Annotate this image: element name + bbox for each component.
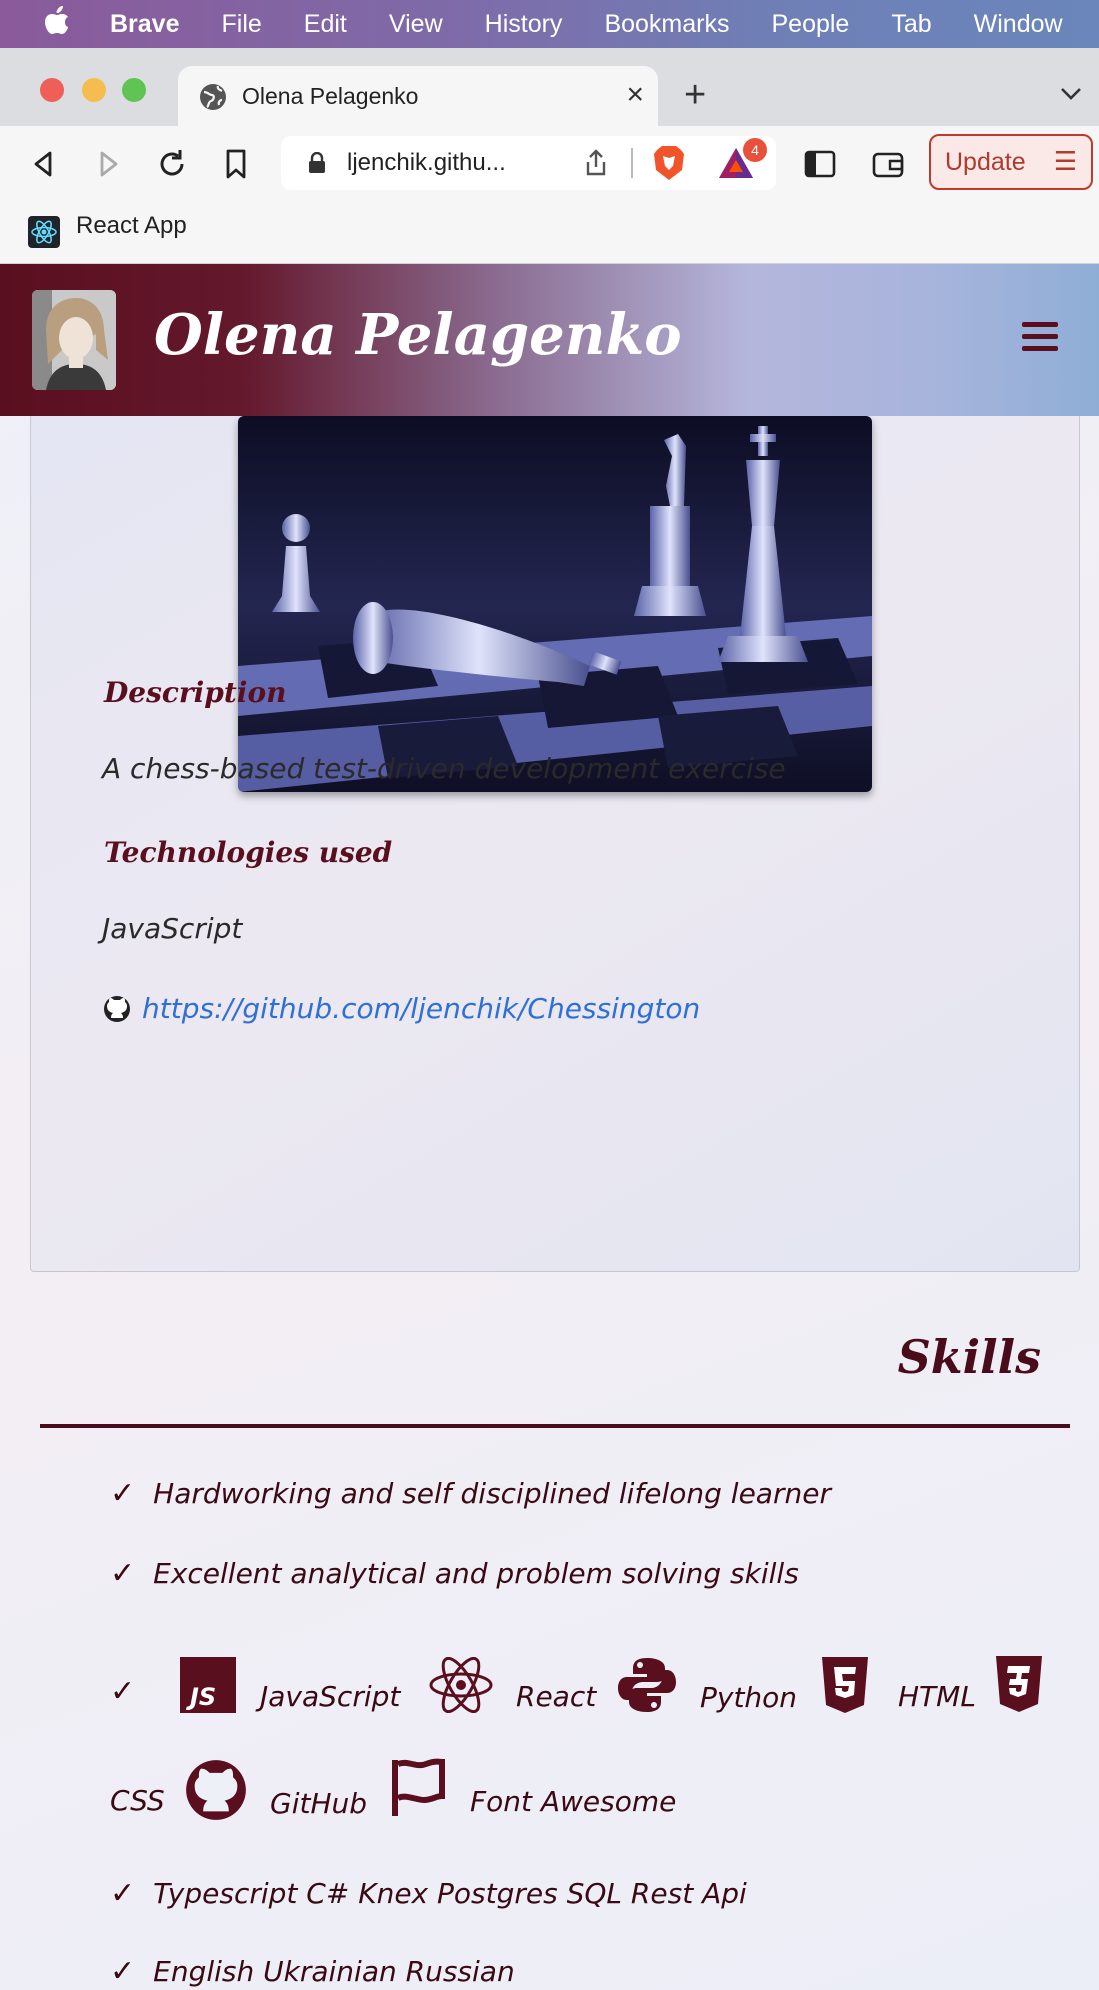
sidebar-icon[interactable] <box>802 146 838 182</box>
tech-react: React <box>428 1656 596 1713</box>
tech-label: HTML <box>898 1680 976 1713</box>
brave-shields-icon[interactable] <box>651 144 687 182</box>
menu-edit[interactable]: Edit <box>304 10 347 39</box>
tech-label: CSS <box>110 1784 165 1817</box>
back-icon[interactable] <box>26 146 62 182</box>
repo-url[interactable]: https://github.com/ljenchik/Chessington <box>142 992 700 1025</box>
menu-view[interactable]: View <box>389 10 443 39</box>
menu-file[interactable]: File <box>222 10 262 39</box>
check-icon: ✓ <box>110 1556 136 1591</box>
browser-tab[interactable]: Olena Pelagenko × <box>178 66 658 128</box>
github-logo-icon <box>186 1760 246 1820</box>
skill-text: Excellent analytical and problem solving… <box>153 1557 799 1590</box>
avatar <box>32 290 116 390</box>
wallet-icon[interactable] <box>870 146 906 182</box>
javascript-icon: JS <box>180 1656 236 1713</box>
forward-icon[interactable] <box>90 146 126 182</box>
close-window-button[interactable] <box>40 78 64 102</box>
site-header: Olena Pelagenko <box>0 264 1099 416</box>
tech-html: HTML <box>822 1656 976 1713</box>
react-icon <box>28 216 60 248</box>
close-tab-icon[interactable]: × <box>626 78 644 112</box>
skill-text: Hardworking and self disciplined lifelon… <box>153 1477 831 1510</box>
tech-label: Python <box>700 1680 798 1714</box>
tech-font-awesome: Font Awesome <box>390 1758 676 1818</box>
tech-javascript: JS JavaScript <box>180 1656 400 1713</box>
technologies-heading: Technologies used <box>104 836 393 869</box>
minimize-window-button[interactable] <box>82 78 106 102</box>
chess-project-image <box>238 416 872 792</box>
site-title[interactable]: Olena Pelagenko <box>154 302 682 368</box>
tech-github: GitHub <box>184 1758 367 1822</box>
address-bar[interactable]: ljenchik.githu... 4 <box>281 136 776 190</box>
hamburger-menu-icon[interactable] <box>1022 322 1058 358</box>
tech-label: React <box>516 1680 597 1713</box>
menu-tab[interactable]: Tab <box>891 10 931 39</box>
html5-icon <box>822 1656 868 1713</box>
skill-text: Typescript C# Knex Postgres SQL Rest Api <box>153 1877 747 1910</box>
tech-python: Python <box>618 1656 797 1714</box>
python-icon <box>618 1658 676 1712</box>
github-icon <box>104 995 130 1022</box>
tech-label: Font Awesome <box>470 1784 677 1818</box>
new-tab-button[interactable]: + <box>684 74 706 117</box>
url-text[interactable]: ljenchik.githu... <box>347 149 506 177</box>
menu-icon: ☰ <box>1053 146 1077 176</box>
menu-window[interactable]: Window <box>974 10 1063 39</box>
rewards-badge: 4 <box>743 138 767 162</box>
menu-people[interactable]: People <box>771 10 849 39</box>
menu-bookmarks[interactable]: Bookmarks <box>604 10 729 39</box>
description-heading: Description <box>104 676 287 709</box>
technologies-text: JavaScript <box>102 912 243 945</box>
update-label: Update <box>945 148 1026 176</box>
address-bar-divider <box>631 148 633 178</box>
skill-item: ✓ Excellent analytical and problem solvi… <box>110 1556 799 1591</box>
macos-menu-bar: Brave File Edit View History Bookmarks P… <box>0 0 1099 48</box>
skills-title: Skills <box>897 1330 1041 1384</box>
bookmarks-bar: React App <box>0 200 1099 264</box>
check-icon: ✓ <box>110 1476 136 1511</box>
tech-css: CSS <box>110 1758 165 1817</box>
check-icon: ✓ <box>110 1954 136 1989</box>
tab-title: Olena Pelagenko <box>242 83 419 109</box>
skill-item: ✓ Typescript C# Knex Postgres SQL Rest A… <box>110 1876 747 1911</box>
share-icon[interactable] <box>581 148 611 178</box>
menu-app-name[interactable]: Brave <box>110 10 180 39</box>
menu-history[interactable]: History <box>485 10 563 39</box>
tech-label: JavaScript <box>260 1680 401 1713</box>
github-repo-link[interactable]: https://github.com/ljenchik/Chessington <box>102 992 700 1025</box>
web-page: Olena Pelagenko Description A chess-base… <box>0 264 1099 1990</box>
css3-icon <box>996 1656 1042 1712</box>
apple-icon[interactable] <box>44 5 70 43</box>
tech-label: GitHub <box>270 1786 368 1820</box>
skill-item: ✓ Hardworking and self disciplined lifel… <box>110 1476 831 1511</box>
description-text: A chess-based test-driven development ex… <box>102 752 786 785</box>
tech-css-icon-wrap <box>996 1656 1042 1712</box>
skill-item: ✓ English Ukrainian Russian <box>110 1954 515 1989</box>
check-icon: ✓ <box>110 1876 136 1911</box>
update-button[interactable]: Update ☰ <box>929 134 1093 190</box>
skills-divider <box>40 1424 1070 1428</box>
bookmark-react-app[interactable]: React App <box>76 212 187 240</box>
reload-icon[interactable] <box>154 146 190 182</box>
check-icon: ✓ <box>110 1674 136 1709</box>
zoom-window-button[interactable] <box>122 78 146 102</box>
lock-icon <box>309 152 325 173</box>
globe-icon <box>200 84 226 110</box>
chevron-down-icon[interactable] <box>1058 80 1084 106</box>
bookmark-icon[interactable] <box>218 146 254 182</box>
svg-text:JS: JS <box>186 1683 216 1711</box>
font-awesome-flag-icon <box>392 1758 445 1816</box>
skill-text: English Ukrainian Russian <box>153 1955 515 1988</box>
react-logo-icon <box>429 1656 493 1713</box>
